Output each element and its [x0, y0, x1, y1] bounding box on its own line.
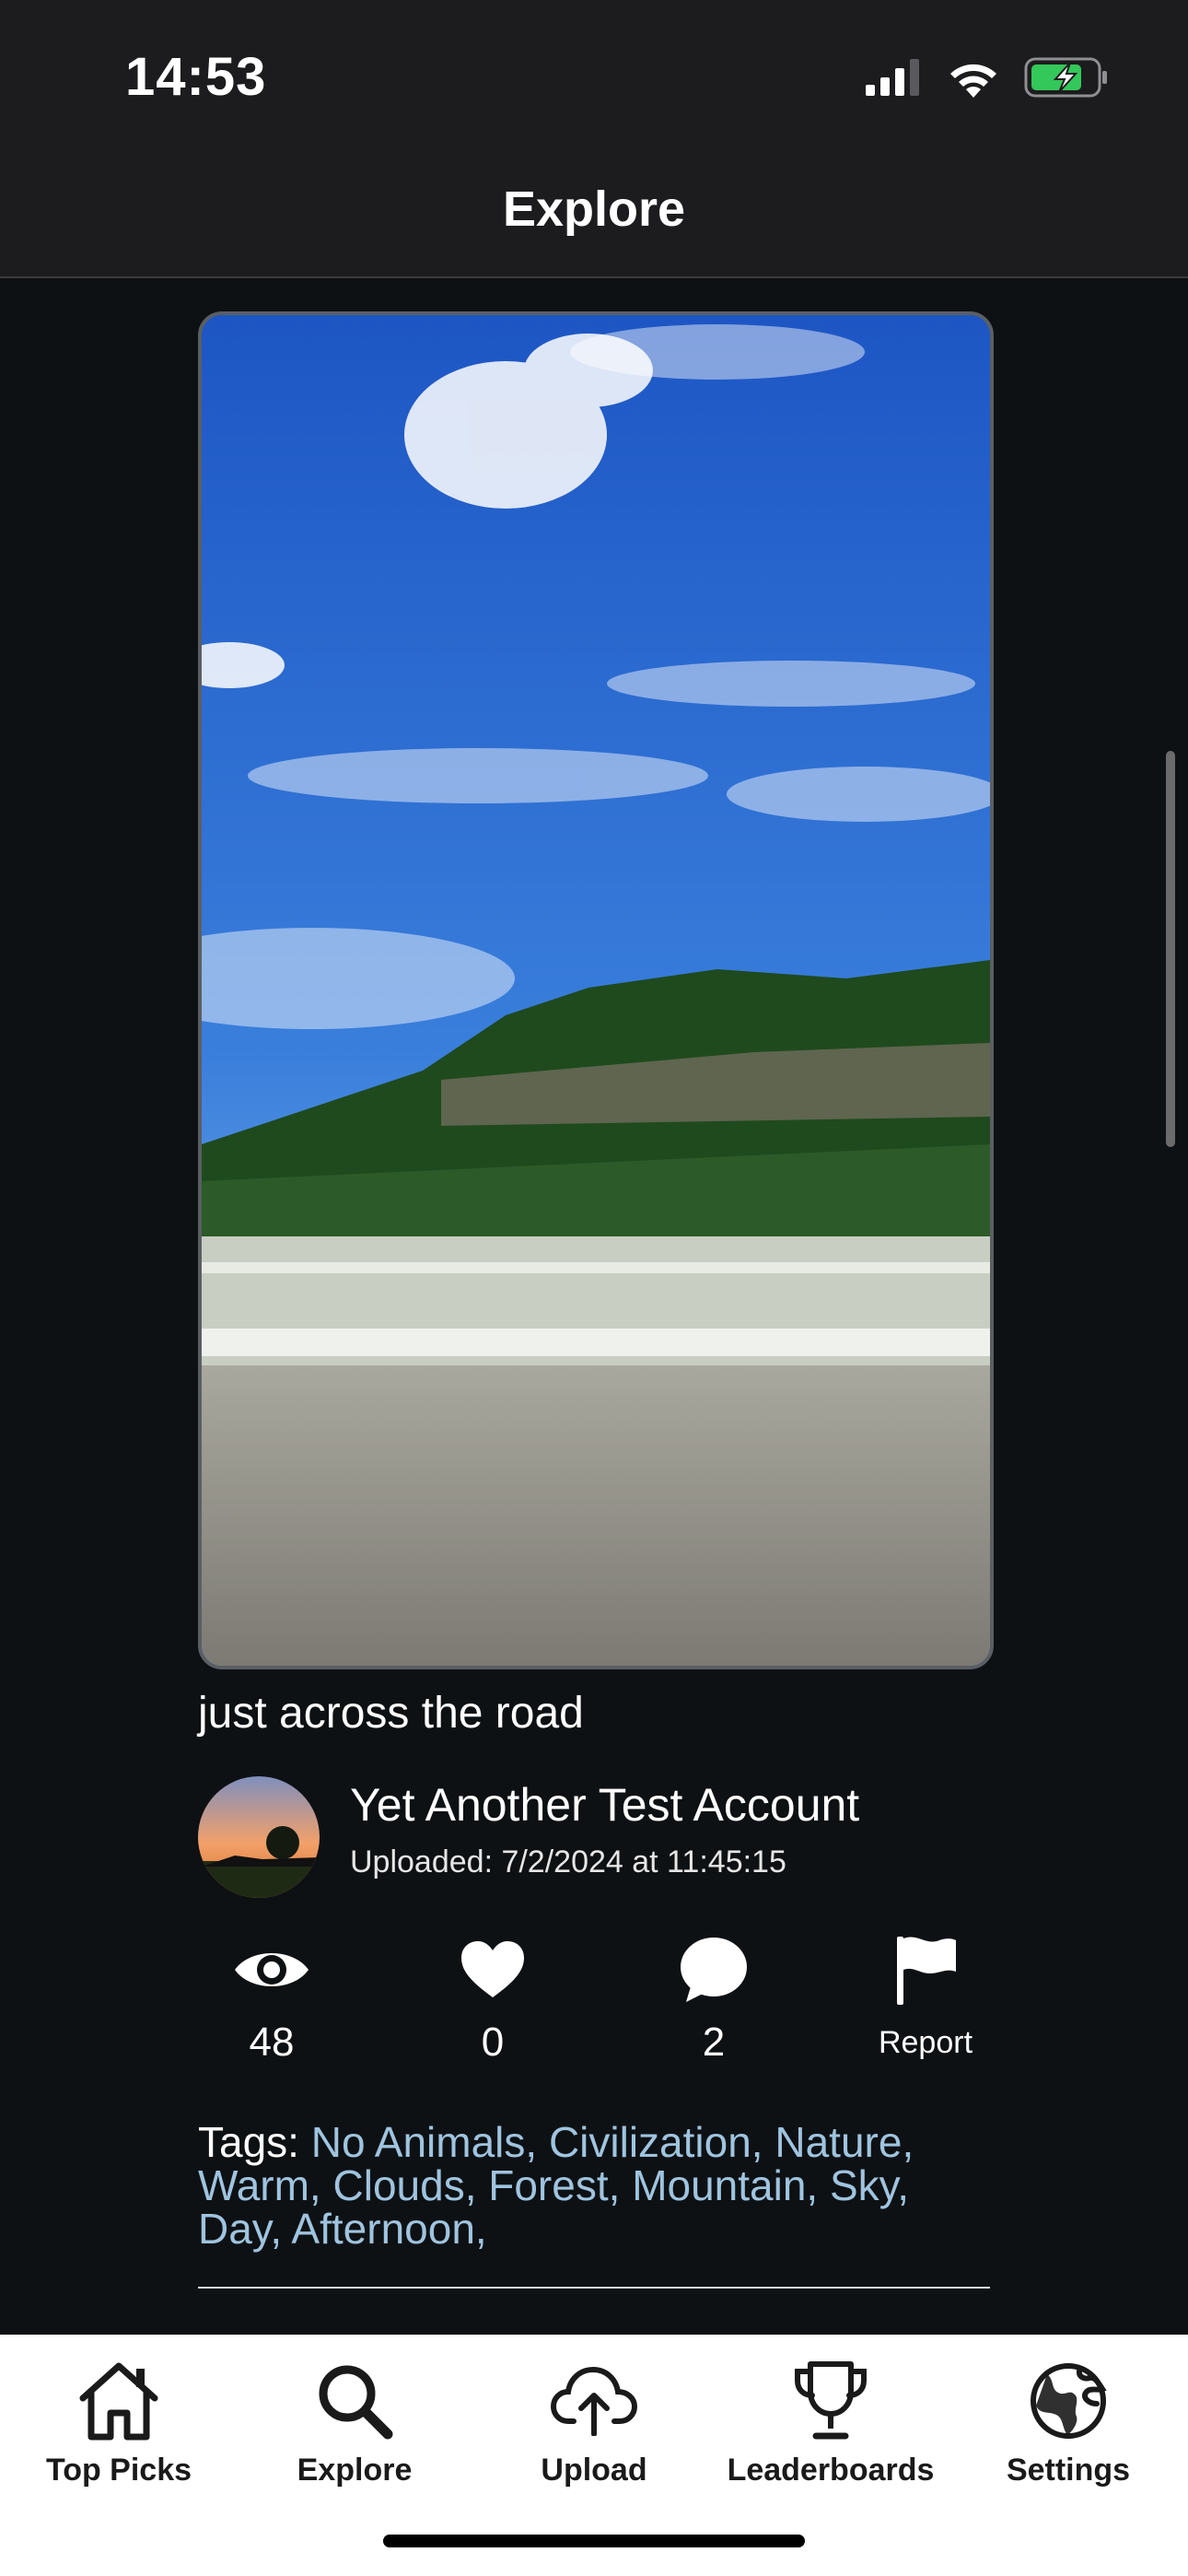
upload-date: Uploaded: 7/2/2024 at 11:45:15	[350, 1844, 786, 1879]
tag-item[interactable]: Forest,	[488, 2161, 620, 2209]
tab-upload[interactable]: Upload	[483, 2357, 705, 2488]
likes-stat[interactable]: 0	[419, 1927, 566, 2066]
tag-item[interactable]: Day,	[198, 2205, 282, 2253]
tab-label: Upload	[541, 2453, 647, 2488]
tags-label: Tags:	[198, 2118, 299, 2166]
nav-header: Explore	[0, 157, 1188, 278]
scrollbar[interactable]	[1166, 751, 1175, 1147]
post-stats: 48 0 2 Report	[198, 1927, 986, 2084]
status-icons	[864, 57, 1109, 98]
tab-top-picks[interactable]: Top Picks	[8, 2357, 229, 2488]
tag-item[interactable]: Sky,	[830, 2161, 909, 2209]
status-time: 14:53	[125, 47, 267, 107]
tag-item[interactable]: Afternoon,	[291, 2205, 486, 2253]
eye-icon	[235, 1953, 309, 1986]
trophy-icon	[795, 2361, 867, 2440]
battery-icon	[1024, 57, 1107, 98]
tab-explore[interactable]: Explore	[244, 2357, 465, 2488]
wifi-icon	[950, 64, 996, 98]
tab-label: Leaderboards	[727, 2453, 935, 2488]
tag-item[interactable]: Nature,	[775, 2118, 914, 2166]
home-icon	[79, 2362, 158, 2441]
report-button[interactable]: Report	[852, 1927, 999, 2061]
author-name[interactable]: Yet Another Test Account	[350, 1778, 859, 1832]
views-stat: 48	[198, 1927, 345, 2066]
comment-icon[interactable]	[679, 1936, 749, 2004]
status-bar: 14:53	[0, 0, 1188, 157]
page-title: Explore	[502, 181, 686, 237]
tag-item[interactable]: Warm,	[198, 2161, 321, 2209]
tag-item[interactable]: Clouds,	[333, 2161, 477, 2209]
comments-stat[interactable]: 2	[640, 1927, 787, 2066]
tag-item[interactable]: Civilization,	[549, 2118, 763, 2166]
heart-icon[interactable]	[460, 1940, 526, 1999]
post-divider	[198, 2287, 990, 2289]
search-icon	[319, 2365, 393, 2440]
tab-label: Settings	[1006, 2453, 1131, 2488]
signal-icon	[866, 59, 919, 96]
globe-icon	[1031, 2363, 1107, 2439]
tab-leaderboards[interactable]: Leaderboards	[720, 2357, 941, 2488]
views-count: 48	[249, 2020, 295, 2065]
tag-item[interactable]: Mountain,	[632, 2161, 818, 2209]
home-indicator[interactable]	[383, 2535, 805, 2547]
post-caption: just across the road	[198, 1689, 584, 1738]
cloud-upload-icon	[550, 2366, 638, 2436]
avatar[interactable]	[198, 1776, 320, 1898]
tab-label: Explore	[297, 2453, 413, 2488]
report-label: Report	[878, 2025, 973, 2060]
tags-list: Tags: No Animals, Civilization, Nature, …	[198, 2121, 990, 2251]
tab-settings[interactable]: Settings	[958, 2357, 1179, 2488]
post-photo[interactable]	[198, 311, 994, 1669]
flag-icon[interactable]	[893, 1935, 958, 2005]
explore-feed[interactable]: just across the road Yet Another Test Ac…	[0, 278, 1188, 2335]
tag-item[interactable]: No Animals,	[311, 2118, 537, 2166]
tab-label: Top Picks	[45, 2453, 192, 2488]
likes-count: 0	[481, 2020, 505, 2065]
comments-count: 2	[702, 2020, 726, 2065]
